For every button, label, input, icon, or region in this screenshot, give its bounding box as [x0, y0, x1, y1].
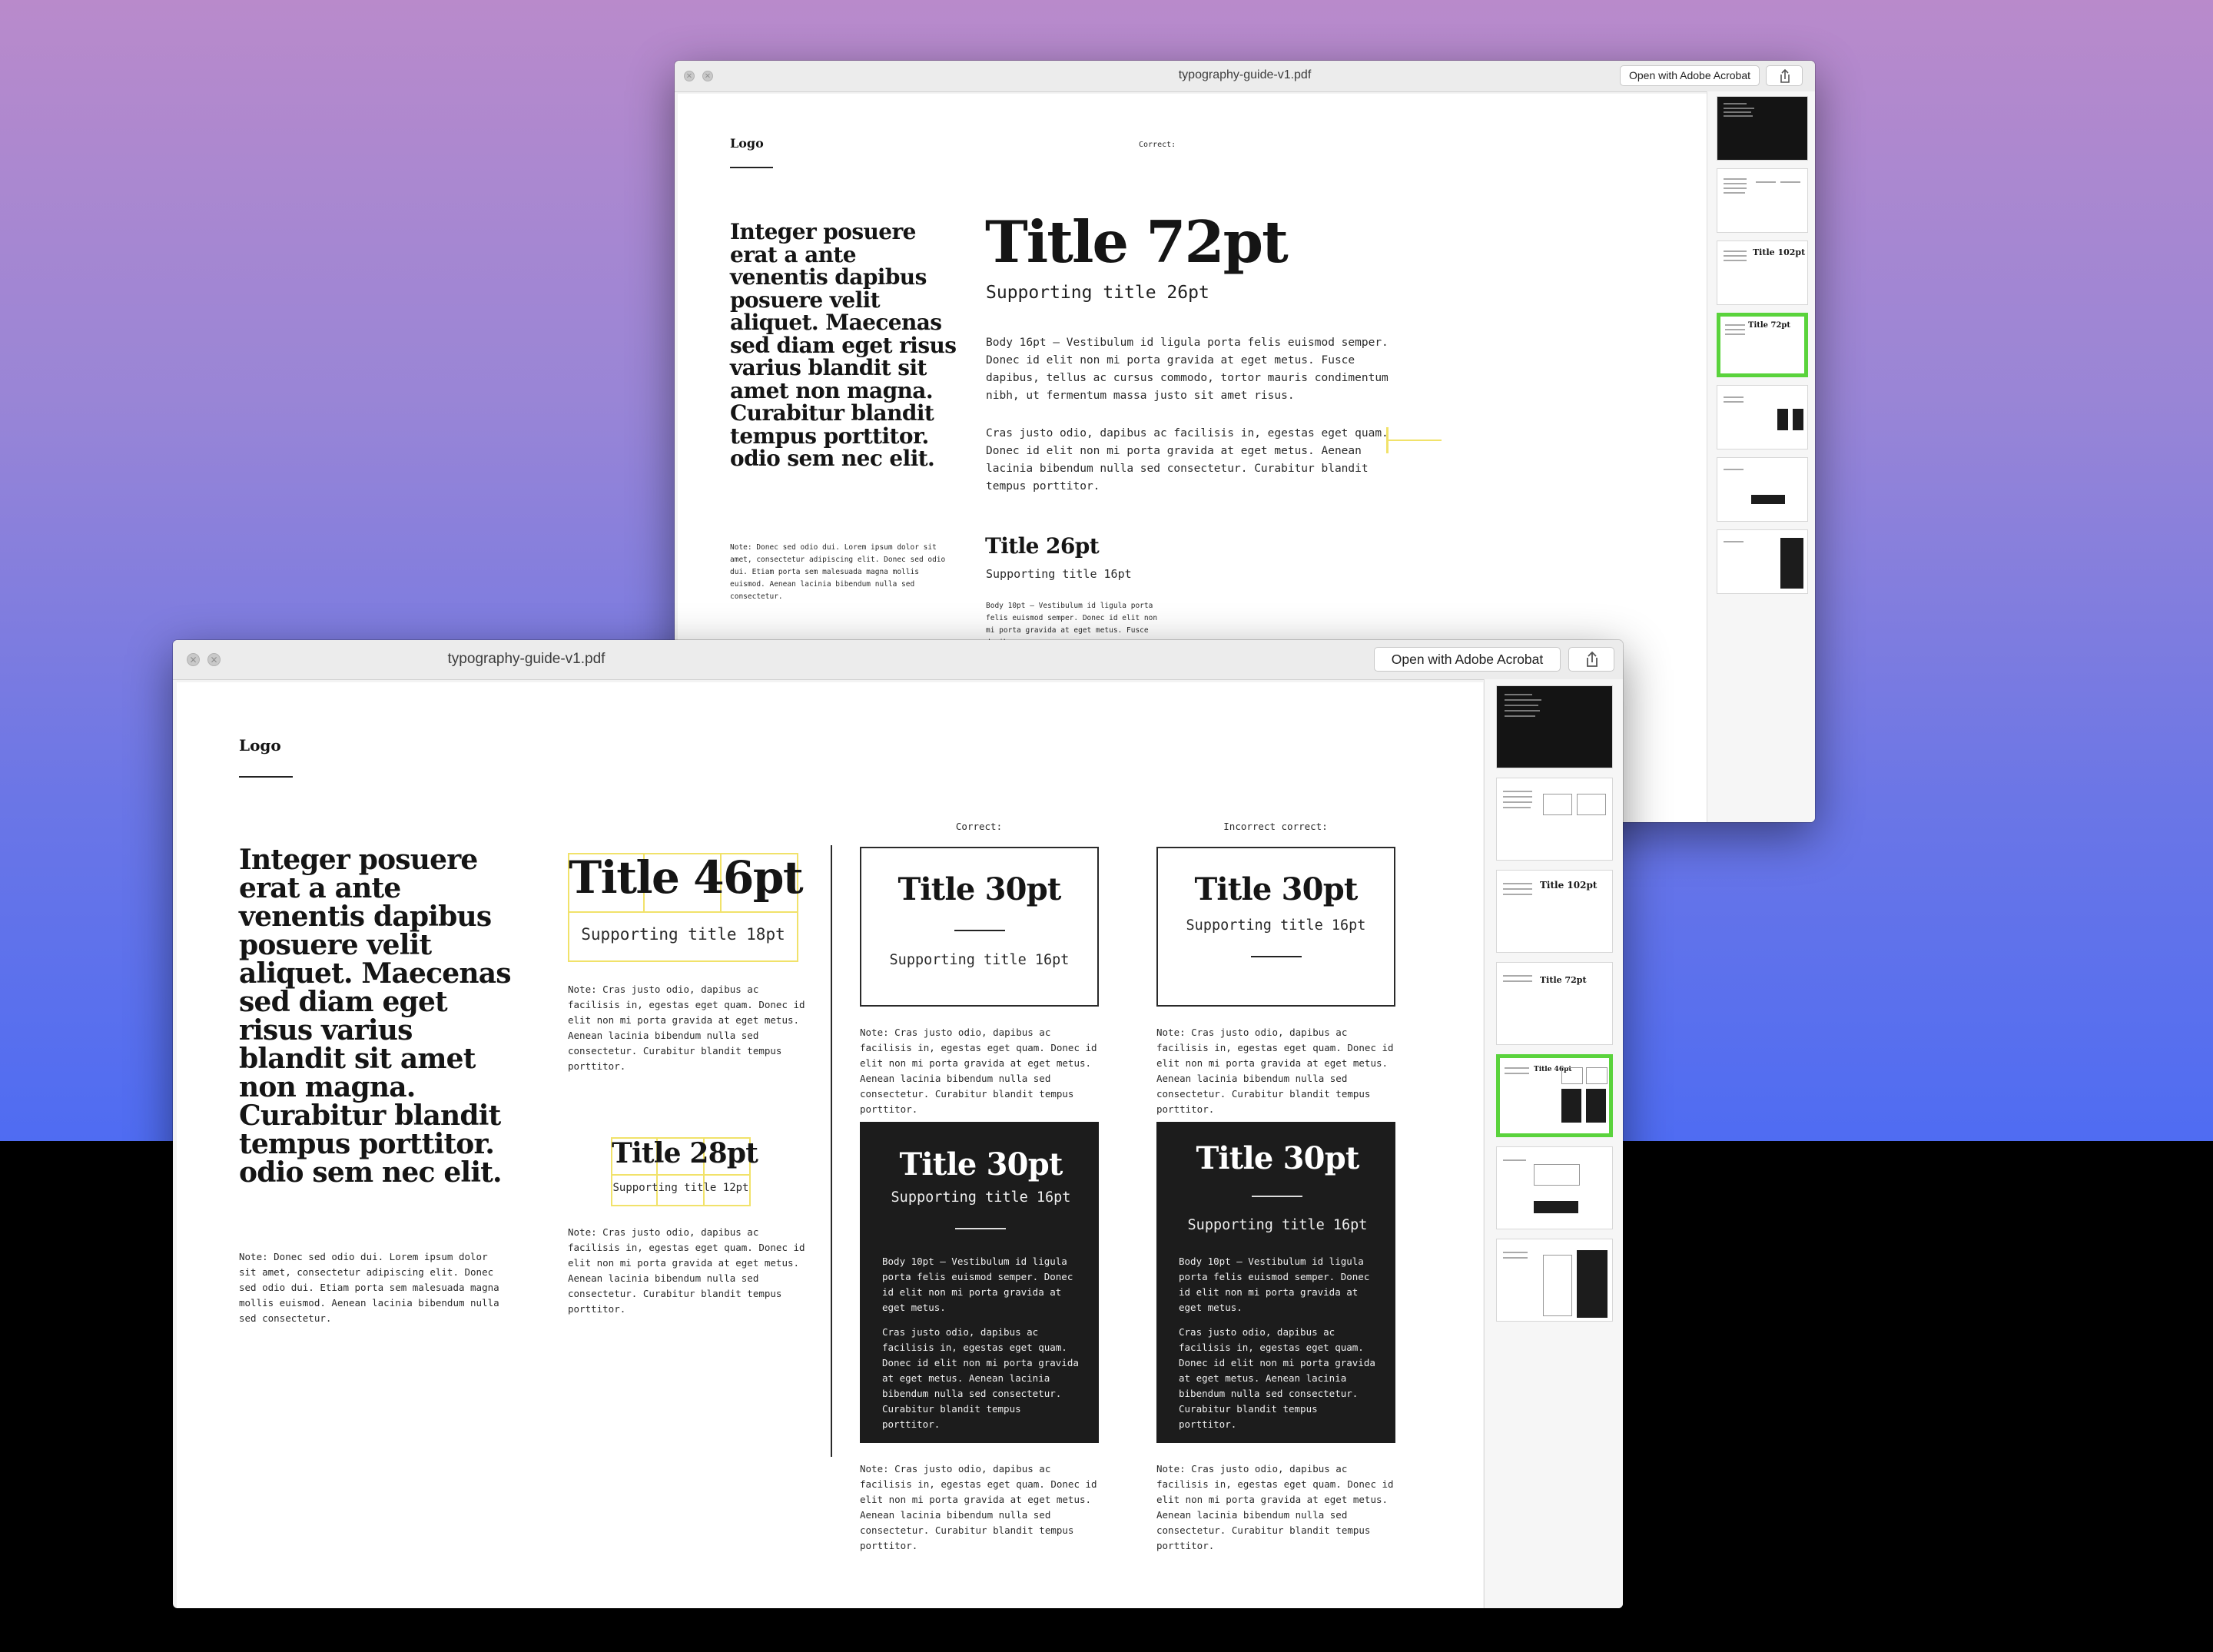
card-supporting-title: Supporting title 16pt: [891, 1189, 1071, 1206]
card-divider: [1252, 1196, 1302, 1197]
note-28pt: Note: Cras justo odio, dapibus ac facili…: [568, 1226, 805, 1315]
thumbnail-page-2[interactable]: [1717, 168, 1808, 233]
guide-line: [611, 1174, 751, 1176]
big-paragraph: Integer posuere erat a ante venentis dap…: [730, 219, 957, 471]
incorrect-black-card: Title 30pt Supporting title 16pt Body 10…: [1156, 1122, 1395, 1443]
pdf-page: Logo Integer posuere erat a ante venenti…: [177, 682, 1600, 1608]
card-divider: [955, 1228, 1006, 1229]
supporting-title-12pt: Supporting title 12pt: [612, 1182, 749, 1194]
logo: Logo: [730, 136, 764, 151]
thumbnail-page-2[interactable]: [1496, 778, 1613, 861]
big-paragraph: Integer posuere erat a ante venentis dap…: [239, 844, 512, 1189]
card-title-30pt: Title 30pt: [1196, 1140, 1359, 1176]
incorrect-black-note: Note: Cras justo odio, dapibus ac facili…: [1156, 1463, 1394, 1551]
share-icon: [1587, 651, 1598, 667]
thumbnail-page-5-selected[interactable]: Title 46pt: [1496, 1054, 1613, 1137]
thumbnail-page-6[interactable]: [1717, 457, 1808, 522]
correct-card-note: Note: Cras justo odio, dapibus ac facili…: [860, 1027, 1097, 1115]
card-divider: [954, 930, 1005, 931]
body-16pt-second: Cras justo odio, dapibus ac facilisis in…: [986, 427, 1389, 493]
card-title-30pt: Title 30pt: [899, 1146, 1063, 1183]
window-title: typography-guide-v1.pdf: [447, 651, 606, 667]
card-title-30pt: Title 30pt: [897, 871, 1061, 907]
front-pdf-window: typography-guide-v1.pdf Open with Adobe …: [173, 640, 1623, 1608]
thumbnail-label: Title 102pt: [1753, 247, 1806, 257]
card-supporting-title: Supporting title 16pt: [889, 952, 1070, 968]
incorrect-card-note: Note: Cras justo odio, dapibus ac facili…: [1156, 1027, 1394, 1115]
correct-black-card: Title 30pt Supporting title 16pt Body 10…: [860, 1122, 1099, 1443]
share-button[interactable]: [1568, 647, 1614, 672]
thumbnail-page-1[interactable]: [1496, 685, 1613, 768]
thumbnail-page-3[interactable]: Title 102pt: [1717, 241, 1808, 305]
guide-leader: [1388, 440, 1442, 441]
thumbnail-page-1[interactable]: [1717, 96, 1808, 161]
logo-underline: [730, 167, 773, 168]
supporting-title-16pt: Supporting title 16pt: [986, 567, 1132, 581]
thumbnail-page-5[interactable]: [1717, 385, 1808, 449]
thumbnail-page-7[interactable]: [1717, 529, 1808, 594]
title-28pt: Title 28pt: [612, 1137, 758, 1169]
thumbnail-label: Title 102pt: [1540, 880, 1598, 891]
thumbnail-label: Title 72pt: [1540, 975, 1587, 985]
correct-white-card: Title 30pt Supporting title 16pt: [860, 847, 1099, 1007]
correct-label: Correct:: [1139, 141, 1176, 149]
thumbnail-sidebar: Title 102pt Title 72pt: [1707, 91, 1815, 822]
card-title-30pt: Title 30pt: [1194, 871, 1358, 907]
left-note: Note: Donec sed odio dui. Lorem ipsum do…: [239, 1251, 499, 1324]
thumbnail-label: Title 72pt: [1748, 321, 1791, 330]
incorrect-white-card: Title 30pt Supporting title 16pt: [1156, 847, 1395, 1007]
open-with-acrobat-button[interactable]: Open with Adobe Acrobat: [1374, 647, 1561, 672]
logo: Logo: [239, 736, 281, 755]
supporting-title-18pt: Supporting title 18pt: [581, 925, 785, 944]
title-26pt: Title 26pt: [985, 533, 1100, 559]
titlebar: typography-guide-v1.pdf Open with Adobe …: [675, 61, 1815, 92]
thumbnail-page-7[interactable]: [1496, 1239, 1613, 1322]
titlebar: typography-guide-v1.pdf Open with Adobe …: [173, 640, 1623, 680]
guide-line: [568, 911, 798, 913]
thumbnail-page-3[interactable]: Title 102pt: [1496, 870, 1613, 953]
open-with-acrobat-button[interactable]: Open with Adobe Acrobat: [1620, 65, 1760, 86]
incorrect-correct-label: Incorrect correct:: [1223, 821, 1328, 832]
card-body-second: Cras justo odio, dapibus ac facilisis in…: [1179, 1326, 1375, 1430]
thumbnail-page-6[interactable]: [1496, 1146, 1613, 1229]
correct-black-note: Note: Cras justo odio, dapibus ac facili…: [860, 1463, 1097, 1551]
share-icon: [1780, 68, 1790, 83]
note-46pt: Note: Cras justo odio, dapibus ac facili…: [568, 984, 805, 1072]
body-16pt: Body 16pt – Vestibulum id ligula porta f…: [986, 337, 1389, 402]
title-46pt: Title 46pt: [569, 851, 804, 904]
card-body-10pt: Body 10pt – Vestibulum id ligula porta f…: [882, 1256, 1073, 1313]
card-body-second: Cras justo odio, dapibus ac facilisis in…: [882, 1326, 1079, 1430]
card-supporting-title: Supporting title 16pt: [1187, 1217, 1368, 1233]
card-supporting-title: Supporting title 16pt: [1186, 917, 1366, 934]
thumbnail-page-4[interactable]: Title 72pt: [1496, 962, 1613, 1045]
column-divider: [831, 845, 832, 1457]
title-72pt: Title 72pt: [985, 208, 1289, 276]
logo-underline: [239, 776, 293, 778]
supporting-title-26pt: Supporting title 26pt: [986, 283, 1209, 303]
thumbnail-sidebar: Title 102pt Title 72pt Title 46pt: [1484, 679, 1623, 1608]
card-body-10pt: Body 10pt – Vestibulum id ligula porta f…: [1179, 1256, 1370, 1313]
card-divider: [1251, 956, 1302, 957]
share-button[interactable]: [1766, 65, 1803, 86]
thumbnail-page-4-selected[interactable]: Title 72pt: [1717, 313, 1808, 377]
correct-label: Correct:: [955, 821, 1003, 832]
left-note: Note: Donec sed odio dui. Lorem ipsum do…: [730, 543, 946, 601]
